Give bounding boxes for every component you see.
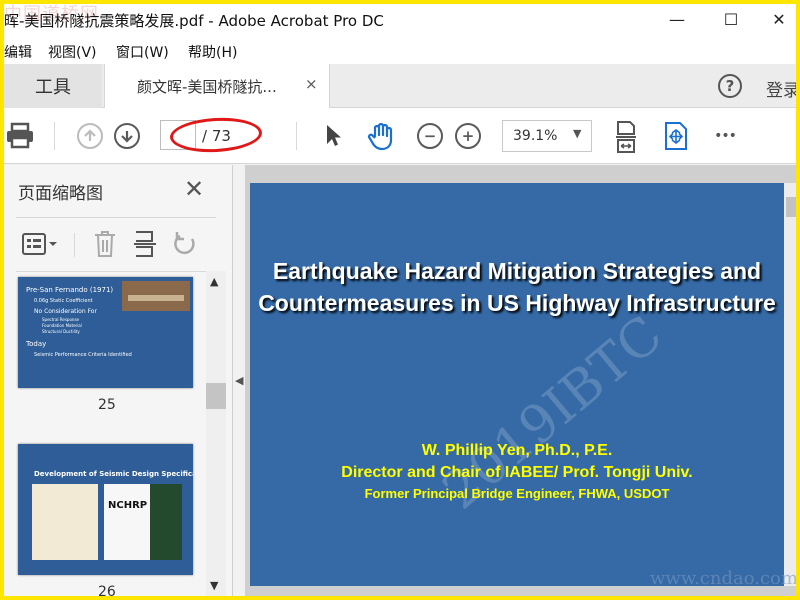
- zoom-value: 39.1%: [513, 128, 558, 144]
- thumbnail-text: Structural Ductility: [42, 329, 80, 334]
- fit-page-icon[interactable]: [612, 120, 640, 154]
- menu-view[interactable]: 视图(V): [48, 42, 97, 62]
- page-thumbnail-25[interactable]: Pre-San Fernando (1971) 0.06g Static Coe…: [18, 277, 193, 388]
- prev-page-icon[interactable]: [76, 122, 104, 150]
- nchrp-label: NCHRP: [108, 500, 148, 511]
- panel-separator: [74, 233, 75, 257]
- zoom-in-glyph: +: [455, 123, 481, 149]
- toolbar-separator: [54, 122, 55, 150]
- pdf-page: 2019IBTC Earthquake Hazard Mitigation St…: [250, 183, 784, 586]
- menu-edit[interactable]: 编辑: [4, 42, 32, 62]
- thumbnail-text: Today: [26, 340, 47, 348]
- thumbnail-text: No Consideration For: [34, 308, 97, 315]
- menu-window[interactable]: 窗口(W): [116, 42, 169, 62]
- print-icon[interactable]: [4, 120, 36, 152]
- tab-tools[interactable]: 工具: [4, 64, 102, 108]
- panel-title: 页面缩略图: [18, 184, 103, 204]
- maximize-button[interactable]: ☐: [716, 6, 746, 32]
- thumbnail-photo: [122, 281, 190, 311]
- menu-bar: 编辑 视图(V) 窗口(W) 帮助(H): [0, 38, 800, 64]
- page-thumbnail-26[interactable]: Development of Seismic Design Specificat…: [18, 444, 193, 575]
- collapse-panel-icon[interactable]: ◀: [235, 374, 243, 387]
- tab-bar: 工具 颜文晖-美国桥隧抗... × ? 登录: [0, 64, 800, 109]
- thumbnail-page-number: 25: [98, 397, 116, 413]
- toolbar: / 73 − + 39.1% ▼ •••: [0, 108, 800, 164]
- thumbnail-page-number: 26: [98, 584, 116, 600]
- zoom-out-glyph: −: [417, 123, 443, 149]
- close-window-button[interactable]: ✕: [764, 6, 794, 32]
- panel-divider: [16, 217, 216, 218]
- slide-former-position: Former Principal Bridge Engineer, FHWA, …: [364, 486, 670, 501]
- tab-document-label: 颜文晖-美国桥隧抗...: [137, 78, 277, 96]
- hand-tool-icon[interactable]: [364, 120, 398, 152]
- slide-position: Director and Chair of IABEE/ Prof. Tongj…: [341, 464, 693, 481]
- thumbnail-doc-cover: NCHRP: [104, 484, 150, 560]
- select-cursor-icon[interactable]: [320, 122, 346, 150]
- thumbnail-heading: Development of Seismic Design Specificat…: [34, 470, 193, 478]
- thumbnail-scroll-thumb[interactable]: [206, 383, 226, 409]
- extract-pages-icon[interactable]: [130, 227, 160, 261]
- scroll-mode-icon[interactable]: [660, 120, 692, 152]
- panel-close-icon[interactable]: ✕: [184, 175, 204, 203]
- minimize-button[interactable]: —: [662, 6, 692, 32]
- help-icon[interactable]: ?: [718, 74, 742, 98]
- trash-icon[interactable]: [90, 227, 120, 261]
- thumbnail-doc-cover: [32, 484, 98, 560]
- thumbnail-options-icon[interactable]: [18, 227, 62, 261]
- thumbnail-text: Seismic Performance Criteria Identified: [34, 352, 132, 358]
- menu-help[interactable]: 帮助(H): [188, 42, 237, 62]
- zoom-out-icon[interactable]: −: [416, 122, 444, 150]
- thumbnail-doc-cover: [150, 484, 182, 560]
- slide-title-line: Earthquake Hazard Mitigation Strategies …: [272, 258, 762, 284]
- toolbar-separator: [296, 122, 297, 150]
- thumbnail-text: Pre-San Fernando (1971): [26, 286, 114, 294]
- document-scroll-thumb[interactable]: [786, 197, 798, 217]
- next-page-icon[interactable]: [113, 122, 141, 150]
- tab-document[interactable]: 颜文晖-美国桥隧抗... ×: [104, 64, 330, 109]
- scroll-down-icon[interactable]: ▼: [210, 579, 218, 592]
- thumbnail-scrollbar[interactable]: [206, 271, 226, 596]
- thumbnail-text: Spectral Response: [42, 317, 79, 322]
- slide-author: W. Phillip Yen, Ph.D., P.E.: [421, 442, 613, 459]
- tab-close-icon[interactable]: ×: [305, 75, 318, 93]
- window-title: 晖-美国桥隧抗震策略发展.pdf - Adobe Acrobat Pro DC: [4, 12, 384, 30]
- zoom-in-icon[interactable]: +: [454, 122, 482, 150]
- thumbnail-text: 0.06g Static Coefficient: [34, 298, 93, 304]
- rotate-icon[interactable]: [170, 227, 200, 261]
- panel-divider: [16, 271, 216, 272]
- scroll-up-icon[interactable]: ▲: [210, 275, 218, 288]
- site-watermark: www.cndao.com: [650, 568, 798, 589]
- title-bar: 中国道桥网 晖-美国桥隧抗震策略发展.pdf - Adobe Acrobat P…: [0, 0, 800, 38]
- zoom-select[interactable]: 39.1% ▼: [502, 120, 592, 152]
- thumbnail-panel: 页面缩略图 ✕ Pre-San Fernando (1971) 0.06g St…: [4, 165, 233, 600]
- slide-title: Earthquake Hazard Mitigation Strategies …: [250, 255, 784, 319]
- slide-title-line: Countermeasures in US Highway Infrastruc…: [258, 290, 776, 316]
- login-button[interactable]: 登录: [766, 76, 800, 101]
- thumbnail-text: Foundation Material: [42, 323, 82, 328]
- document-scrollbar[interactable]: [784, 183, 800, 586]
- chevron-down-icon: ▼: [573, 127, 582, 140]
- more-options-icon[interactable]: •••: [708, 122, 742, 150]
